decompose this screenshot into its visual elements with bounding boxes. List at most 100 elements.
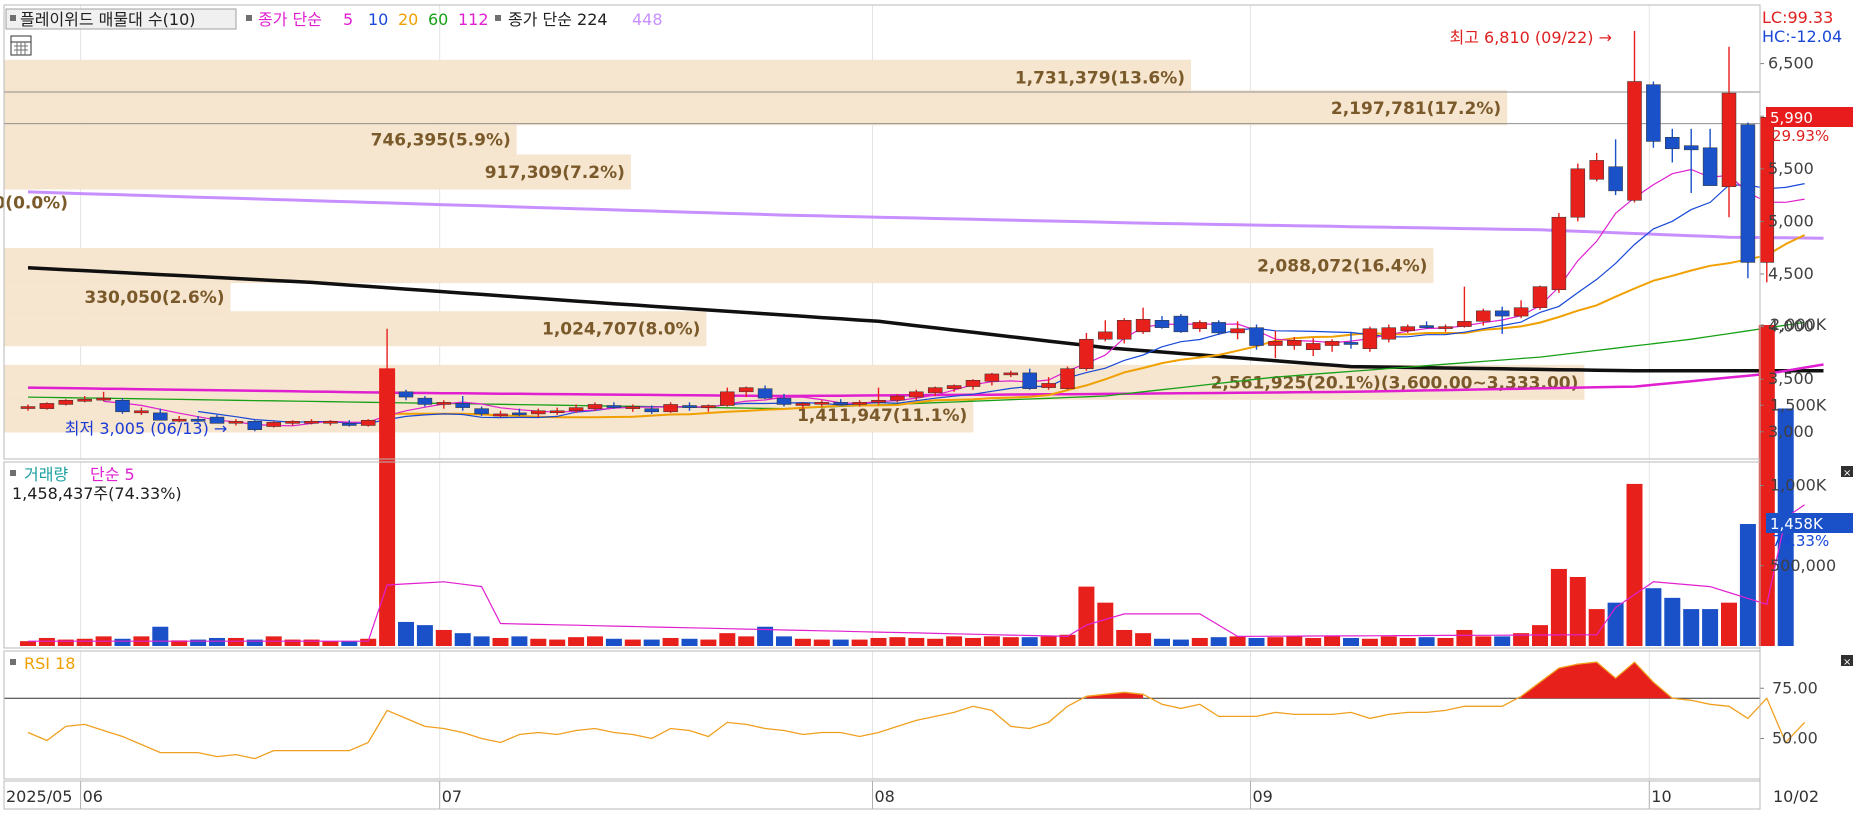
volume-bar xyxy=(511,636,528,646)
candle-body xyxy=(795,403,811,406)
volume-bar xyxy=(719,633,736,646)
ma-period-20: 20 xyxy=(398,10,418,29)
volume-bar xyxy=(1191,637,1208,646)
volume-profile-label: 330,050(2.6%) xyxy=(84,288,224,308)
candle-body xyxy=(1154,320,1170,328)
time-axis-label: 10/02 xyxy=(1773,787,1819,806)
volume-bar xyxy=(832,639,849,646)
stock-chart-canvas[interactable]: 1,731,379(13.6%) 2,197,781(17.2%) 746,395(… xyxy=(0,0,1859,813)
current-price-change: 29.93% xyxy=(1772,127,1829,145)
volume-bar xyxy=(1097,602,1114,646)
volume-profile-label: 2,197,781(17.2%) xyxy=(1331,99,1501,119)
volume-bar xyxy=(1683,609,1700,646)
volume-bar xyxy=(1494,636,1511,646)
volume-profile-label: 2,088,072(16.4%) xyxy=(1257,257,1427,277)
lc-value: LC:99.33 xyxy=(1762,8,1833,27)
volume-panel-close-icon[interactable]: × xyxy=(1841,466,1853,479)
candle-body xyxy=(531,410,546,415)
candle-body xyxy=(682,405,697,408)
candle-body xyxy=(1627,81,1642,201)
candle-body xyxy=(720,391,735,406)
candle-body xyxy=(1362,328,1378,349)
volume-profile-label: 1,411,947(11.1%) xyxy=(797,406,967,426)
volume-bar xyxy=(568,637,585,646)
volume-bar xyxy=(1021,637,1038,646)
volume-bar xyxy=(1135,633,1152,646)
candle-body xyxy=(1646,84,1661,142)
ma-period-112: 112 xyxy=(458,10,489,29)
candle-body xyxy=(890,395,905,401)
price-tick-label: 5,500 xyxy=(1768,159,1814,178)
volume-bar xyxy=(1437,637,1454,646)
candle-body xyxy=(323,421,338,424)
volume-legend-title: 거래량 xyxy=(24,465,68,484)
candle-body xyxy=(644,408,659,413)
volume-info: 1,458,437주(74.33%) xyxy=(12,484,182,503)
volume-legend-ma: 단순 5 xyxy=(90,465,135,484)
ma2-legend-label: 종가 단순 224 xyxy=(508,10,608,29)
grid-toggle-icon[interactable] xyxy=(10,35,32,56)
candle-body xyxy=(1740,124,1756,263)
volume-bar xyxy=(492,637,509,646)
candle-body xyxy=(417,397,433,405)
price-tick-label: 4,500 xyxy=(1768,264,1814,283)
candle-body xyxy=(1589,160,1604,180)
candle-body xyxy=(663,404,678,413)
volume-bar xyxy=(1210,637,1227,646)
candle-body xyxy=(342,423,357,426)
volume-bar xyxy=(20,641,36,646)
candle-body xyxy=(909,391,924,398)
volume-bar xyxy=(776,636,792,646)
candle-body xyxy=(1098,331,1113,340)
candle-body xyxy=(1268,341,1283,346)
candle-body xyxy=(304,421,319,424)
candle-body xyxy=(512,412,527,416)
volume-bar xyxy=(114,638,131,646)
ma-period-448: 448 xyxy=(632,10,663,29)
volume-bar xyxy=(398,621,414,646)
volume-profile-label: 917,309(7.2%) xyxy=(485,163,625,183)
candle-body xyxy=(474,408,489,415)
candle-body xyxy=(1079,338,1094,369)
candle-body xyxy=(20,406,36,409)
candle-body xyxy=(1041,383,1056,388)
ma-period-60: 60 xyxy=(428,10,448,29)
candle-body xyxy=(1702,147,1718,186)
volume-bar xyxy=(454,633,471,646)
candle-body xyxy=(606,405,622,408)
volume-bar xyxy=(38,637,55,646)
candle-body xyxy=(738,387,754,393)
candle-body xyxy=(568,407,584,412)
volume-bar xyxy=(1343,637,1359,646)
time-axis-label: 07 xyxy=(442,787,462,806)
candle-body xyxy=(1551,216,1567,291)
candle-body xyxy=(398,391,414,398)
candle-body xyxy=(1230,328,1245,334)
volume-bar xyxy=(549,639,566,646)
rsi-panel-close-icon[interactable]: × xyxy=(1841,655,1853,668)
candle-body xyxy=(77,398,92,402)
candle-body xyxy=(1287,340,1302,346)
volume-bar xyxy=(1475,636,1492,646)
volume-bar xyxy=(227,637,244,646)
candle-body xyxy=(1305,343,1321,350)
price-tick-label: 5,000 xyxy=(1768,211,1814,230)
candle-body xyxy=(1381,327,1397,340)
candle-body xyxy=(134,410,149,414)
volume-tick-label: 500,000 xyxy=(1770,556,1836,575)
rsi-tick-label: 50.00 xyxy=(1772,729,1818,748)
volume-bar xyxy=(1569,576,1586,646)
candle-body xyxy=(1022,372,1037,389)
candle-body xyxy=(1438,326,1453,329)
price-tick-label: 3,500 xyxy=(1768,369,1814,388)
time-axis-label: 10 xyxy=(1651,787,1671,806)
volume-bar xyxy=(1116,629,1133,646)
current-volume-change: 74.33% xyxy=(1772,532,1829,550)
volume-bar xyxy=(322,641,339,646)
volume-profile-label: 0(0.0%) xyxy=(0,193,68,213)
volume-bar xyxy=(435,629,452,646)
candle-body xyxy=(1192,322,1208,329)
volume-profile-bar xyxy=(4,90,1508,126)
stock-chart-window: 1,731,379(13.6%) 2,197,781(17.2%) 746,395(… xyxy=(0,0,1859,813)
volume-bar xyxy=(57,639,74,646)
